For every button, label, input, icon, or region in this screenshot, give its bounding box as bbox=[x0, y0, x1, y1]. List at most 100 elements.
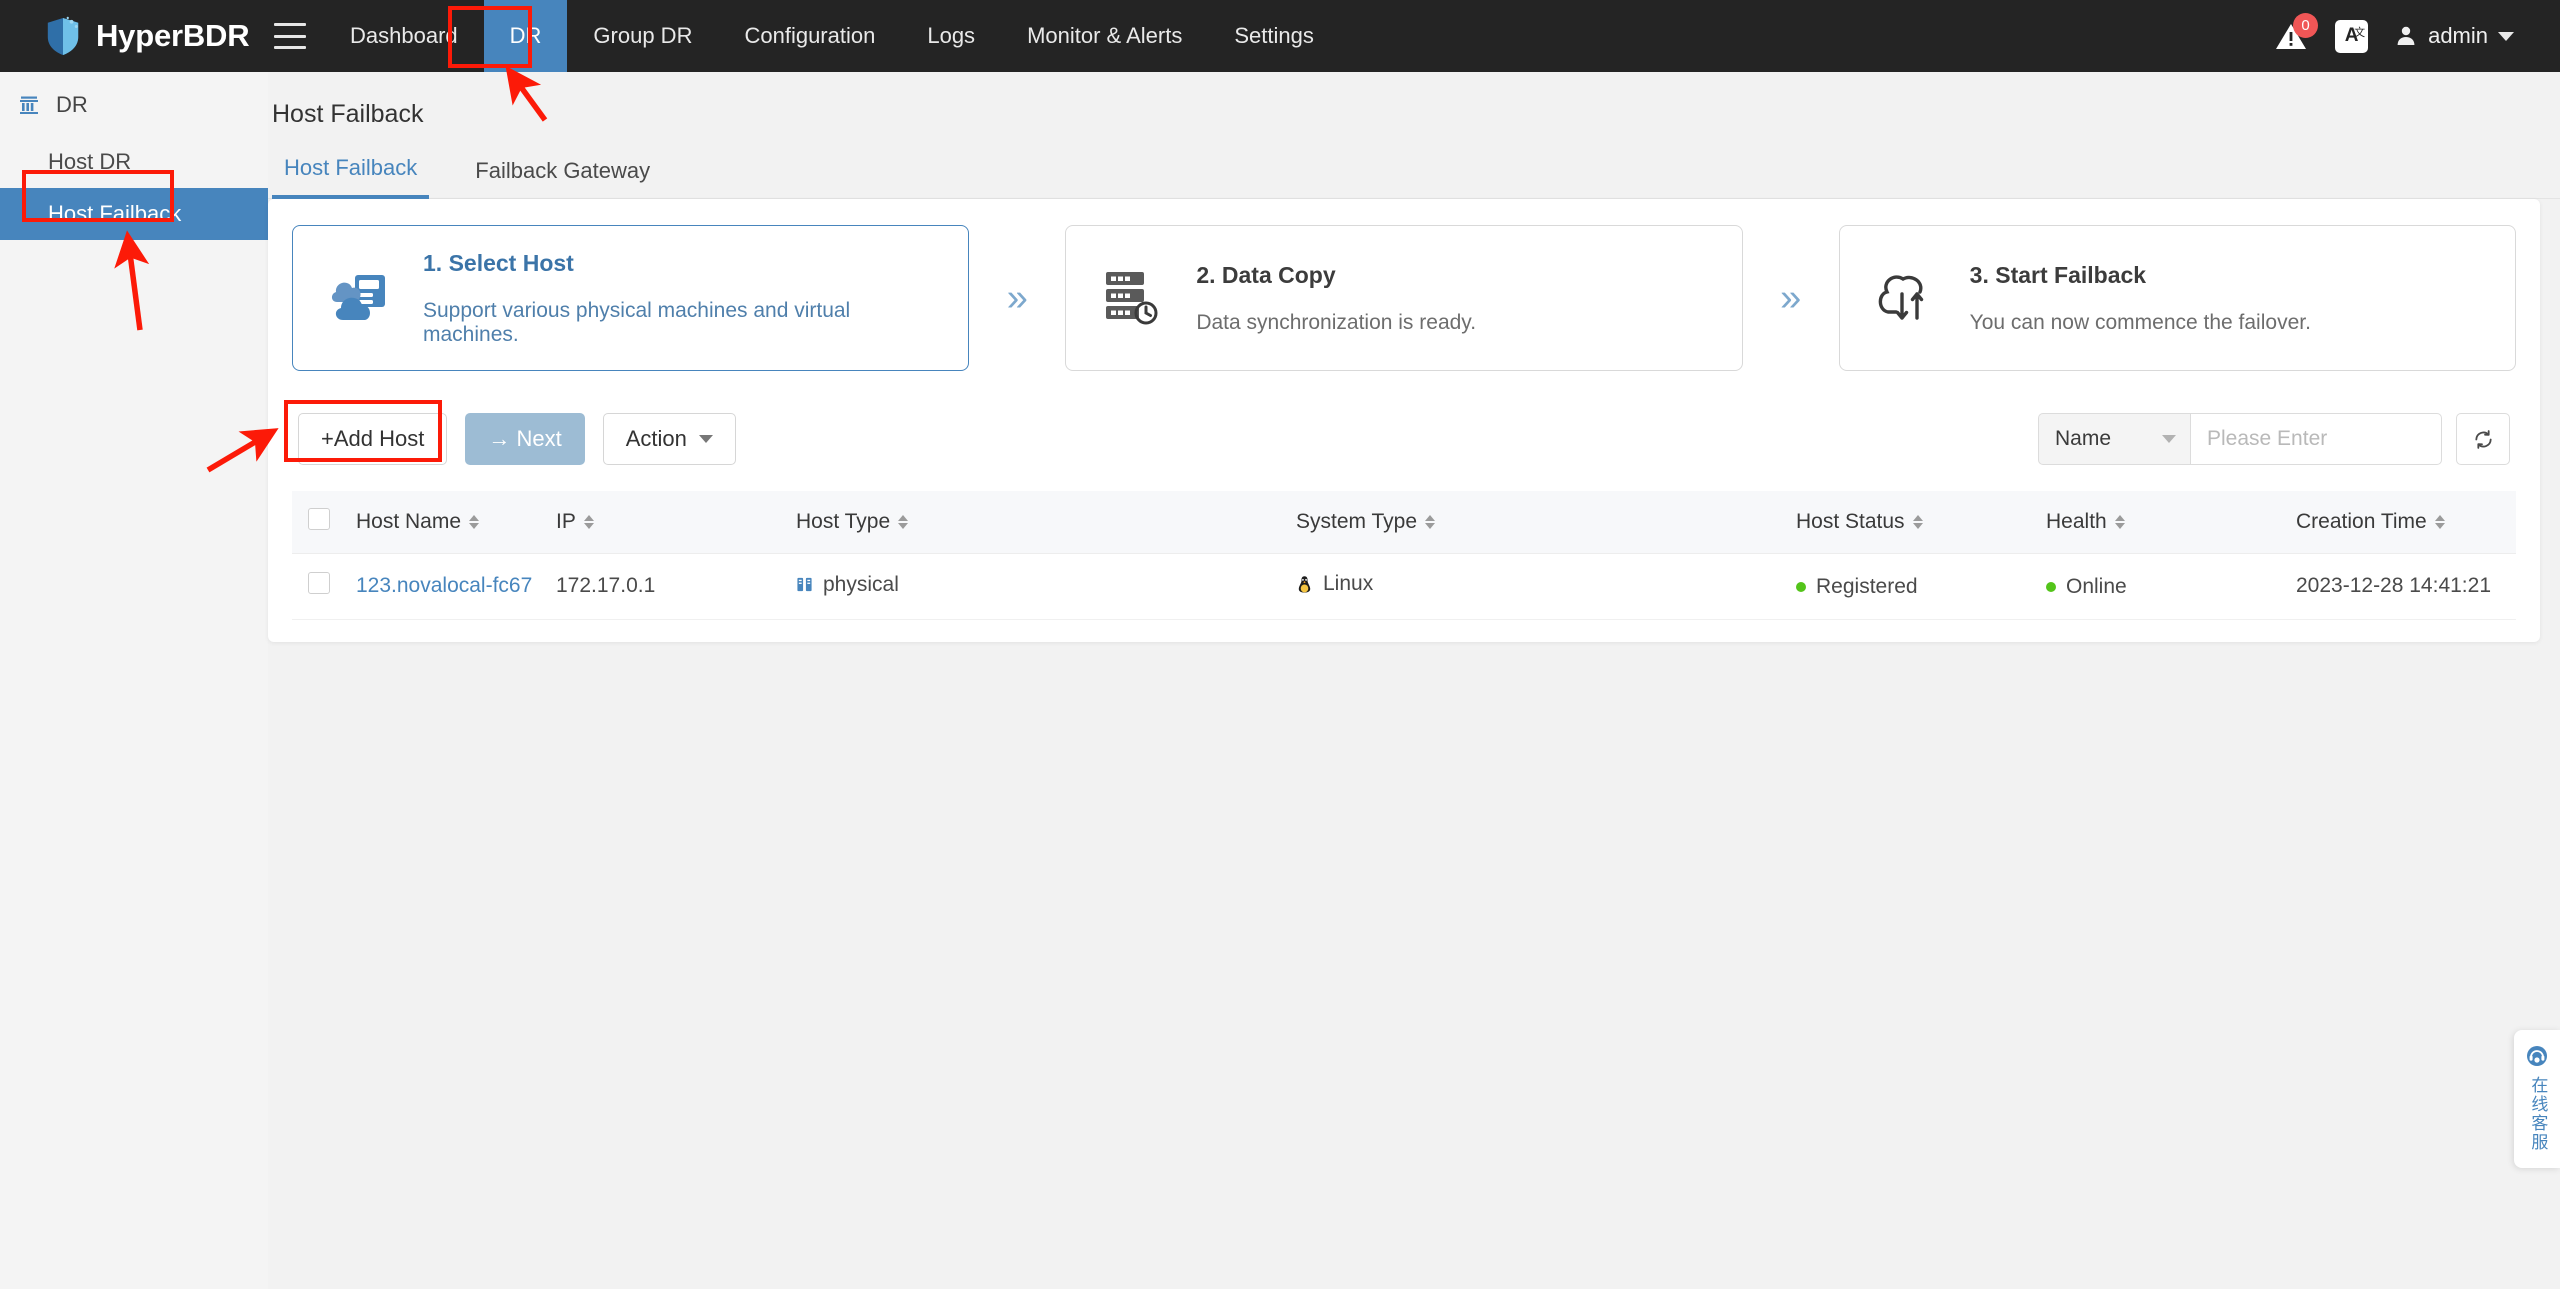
host-table: Host Name IP Host Type bbox=[292, 491, 2516, 620]
table-row[interactable]: 123.novalocal-fc67 172.17.0.1 bbox=[292, 553, 2516, 619]
top-bar-right: 0 A 文 admin bbox=[2273, 18, 2560, 54]
search-input[interactable] bbox=[2207, 427, 2478, 451]
step-card-select-host[interactable]: 1. Select Host Support various physical … bbox=[292, 225, 969, 371]
alert-warning-icon[interactable]: 0 bbox=[2273, 18, 2309, 54]
cell-host-name: 123.novalocal-fc67 bbox=[346, 553, 546, 619]
health-label: Online bbox=[2066, 575, 2127, 599]
nav-item-monitor-alerts[interactable]: Monitor & Alerts bbox=[1001, 0, 1208, 72]
col-host-name[interactable]: Host Name bbox=[346, 491, 546, 553]
add-host-button[interactable]: +Add Host bbox=[298, 413, 447, 465]
host-status-label: Registered bbox=[1816, 575, 1918, 599]
col-host-type[interactable]: Host Type bbox=[786, 491, 1286, 553]
col-creation-time-label: Creation Time bbox=[2296, 510, 2427, 534]
nav-item-group-dr[interactable]: Group DR bbox=[567, 0, 718, 72]
cloud-server-icon bbox=[323, 272, 397, 324]
hamburger-icon[interactable] bbox=[274, 23, 306, 49]
status-dot bbox=[1796, 582, 1806, 592]
chevron-down-icon bbox=[2162, 435, 2176, 443]
col-host-status-label: Host Status bbox=[1796, 510, 1905, 534]
sort-icon[interactable] bbox=[1425, 515, 1435, 529]
system-type-label: Linux bbox=[1323, 572, 1373, 596]
col-host-name-label: Host Name bbox=[356, 510, 461, 534]
step-desc: You can now commence the failover. bbox=[1970, 311, 2311, 335]
language-sup: 文 bbox=[2354, 24, 2365, 40]
user-avatar-icon bbox=[2394, 24, 2418, 48]
select-all-cell bbox=[292, 491, 346, 553]
col-host-status[interactable]: Host Status bbox=[1786, 491, 2036, 553]
steps-row: 1. Select Host Support various physical … bbox=[292, 225, 2516, 371]
table-toolbar: +Add Host → Next Action Name bbox=[292, 413, 2516, 465]
cell-host-status: Registered bbox=[1786, 553, 2036, 619]
col-health-label: Health bbox=[2046, 510, 2107, 534]
step-separator-1: » bbox=[969, 277, 1065, 320]
nav-item-dashboard[interactable]: Dashboard bbox=[324, 0, 484, 72]
nav-item-dr[interactable]: DR bbox=[484, 0, 568, 72]
step-title: 1. Select Host bbox=[423, 250, 938, 277]
main-content: Host Failback Host Failback Failback Gat… bbox=[268, 72, 2560, 1289]
cell-host-type: physical bbox=[786, 553, 1286, 619]
customer-service-widget[interactable]: 在线客服 bbox=[2514, 1030, 2560, 1168]
sidebar-item-host-dr[interactable]: Host DR bbox=[0, 136, 268, 188]
sidebar: DR Host DR Host Failback bbox=[0, 72, 268, 1289]
brand-name: HyperBDR bbox=[96, 18, 249, 54]
sidebar-group-dr: DR bbox=[0, 72, 268, 136]
col-creation-time[interactable]: Creation Time bbox=[2286, 491, 2516, 553]
language-translate-icon[interactable]: A 文 bbox=[2335, 20, 2368, 53]
tab-failback-gateway[interactable]: Failback Gateway bbox=[463, 158, 662, 198]
search-field-label: Name bbox=[2055, 427, 2111, 451]
table-head: Host Name IP Host Type bbox=[292, 491, 2516, 553]
user-name: admin bbox=[2428, 23, 2488, 49]
sidebar-item-host-failback[interactable]: Host Failback bbox=[0, 188, 268, 240]
nav-item-configuration[interactable]: Configuration bbox=[718, 0, 901, 72]
col-ip-label: IP bbox=[556, 510, 576, 534]
row-checkbox[interactable] bbox=[308, 572, 330, 594]
building-icon bbox=[18, 94, 40, 116]
top-navigation-bar: HyperBDR Dashboard DR Group DR Configura… bbox=[0, 0, 2560, 72]
col-system-type[interactable]: System Type bbox=[1286, 491, 1786, 553]
step-desc: Support various physical machines and vi… bbox=[423, 299, 938, 347]
step-texts: 2. Data Copy Data synchronization is rea… bbox=[1196, 262, 1476, 335]
hyperbdr-logo-icon bbox=[44, 16, 82, 56]
select-all-checkbox[interactable] bbox=[308, 508, 330, 530]
action-label: Action bbox=[626, 426, 687, 452]
tab-bar: Host Failback Failback Gateway bbox=[268, 155, 2560, 199]
sort-icon[interactable] bbox=[469, 515, 479, 529]
chevron-down-icon bbox=[699, 435, 713, 443]
search-group: Name bbox=[2038, 413, 2510, 465]
col-system-type-label: System Type bbox=[1296, 510, 1417, 534]
page-title: Host Failback bbox=[268, 72, 2560, 129]
col-health[interactable]: Health bbox=[2036, 491, 2286, 553]
cloud-sync-icon bbox=[1870, 270, 1944, 326]
step-card-data-copy[interactable]: 2. Data Copy Data synchronization is rea… bbox=[1065, 225, 1742, 371]
step-texts: 1. Select Host Support various physical … bbox=[423, 250, 938, 347]
brand[interactable]: HyperBDR bbox=[0, 16, 260, 56]
nav-item-settings[interactable]: Settings bbox=[1208, 0, 1340, 72]
search-field-select[interactable]: Name bbox=[2038, 413, 2190, 465]
table-header-row: Host Name IP Host Type bbox=[292, 491, 2516, 553]
headset-icon bbox=[2525, 1044, 2549, 1068]
cell-system-type: Linux bbox=[1286, 553, 1786, 619]
sort-icon[interactable] bbox=[584, 515, 594, 529]
health-dot bbox=[2046, 582, 2056, 592]
sort-icon[interactable] bbox=[1913, 515, 1923, 529]
step-card-start-failback[interactable]: 3. Start Failback You can now commence t… bbox=[1839, 225, 2516, 371]
refresh-icon bbox=[2472, 428, 2495, 451]
user-menu[interactable]: admin bbox=[2394, 23, 2514, 49]
tab-host-failback[interactable]: Host Failback bbox=[272, 155, 429, 199]
col-ip[interactable]: IP bbox=[546, 491, 786, 553]
cell-creation-time: 2023-12-28 14:41:21 bbox=[2286, 553, 2516, 619]
customer-service-label: 在线客服 bbox=[2528, 1076, 2547, 1152]
action-dropdown-button[interactable]: Action bbox=[603, 413, 736, 465]
refresh-button[interactable] bbox=[2456, 413, 2510, 465]
host-name-link[interactable]: 123.novalocal-fc67 bbox=[356, 574, 532, 597]
host-type-label: physical bbox=[823, 573, 899, 597]
sort-icon[interactable] bbox=[898, 515, 908, 529]
server-rack-icon bbox=[796, 576, 813, 593]
sort-icon[interactable] bbox=[2115, 515, 2125, 529]
sort-icon[interactable] bbox=[2435, 515, 2445, 529]
chevron-down-icon bbox=[2498, 32, 2514, 41]
content-panel: 1. Select Host Support various physical … bbox=[268, 199, 2540, 642]
next-button[interactable]: → Next bbox=[465, 413, 584, 465]
server-clock-icon bbox=[1096, 270, 1170, 326]
nav-item-logs[interactable]: Logs bbox=[901, 0, 1001, 72]
